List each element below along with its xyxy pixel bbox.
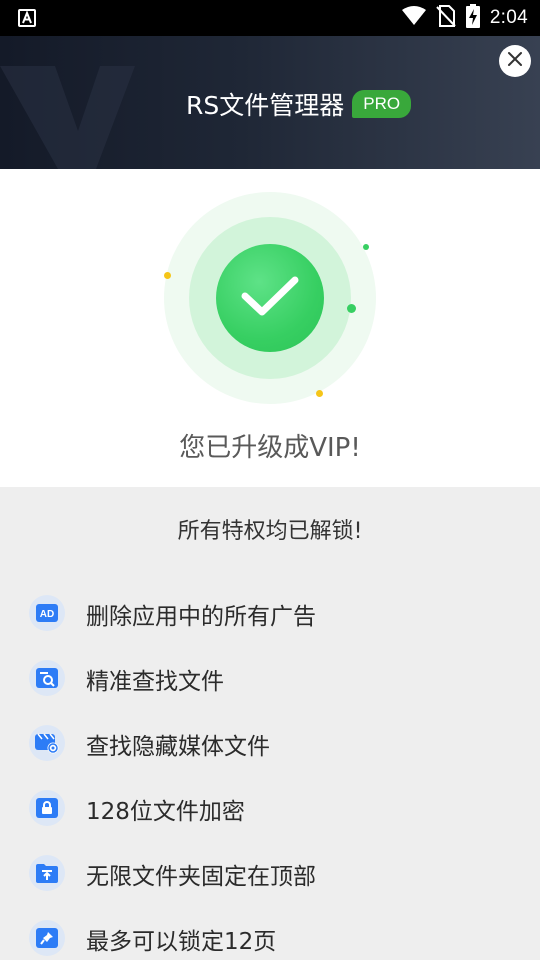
- feature-label: 无限文件夹固定在顶部: [86, 864, 316, 890]
- header-decoration: [0, 66, 135, 169]
- checkmark-icon: [240, 274, 300, 322]
- feature-label: 最多可以锁定12页: [86, 929, 277, 955]
- app-title: RS文件管理器: [186, 91, 345, 120]
- feature-item-hidden-media: 查找隐藏媒体文件: [0, 717, 540, 767]
- notification-a-icon: [18, 9, 36, 27]
- close-button[interactable]: [499, 45, 531, 77]
- status-time: 2:04: [489, 7, 528, 28]
- feature-item-remove-ads: AD 删除应用中的所有广告: [0, 587, 540, 637]
- battery-charging-icon: [465, 4, 480, 32]
- feature-item-page-lock: 最多可以锁定12页: [0, 912, 540, 962]
- feature-label: 查找隐藏媒体文件: [86, 734, 270, 760]
- feature-item-folder-pin: 无限文件夹固定在顶部: [0, 847, 540, 897]
- status-bar: 2:04: [0, 0, 540, 36]
- vip-success-message: 您已升级成VIP!: [179, 433, 361, 463]
- decor-dot: [316, 390, 323, 397]
- no-sim-icon: [436, 5, 456, 31]
- header-banner: RS文件管理器 PRO: [0, 36, 540, 169]
- features-panel: 所有特权均已解锁! AD 删除应用中的所有广告 精准查找文件 查找隐藏媒体文件 …: [0, 487, 540, 960]
- lock-icon: [29, 790, 65, 826]
- success-section: 您已升级成VIP!: [0, 169, 540, 487]
- wifi-icon: [401, 6, 426, 30]
- ad-block-icon: AD: [29, 595, 65, 631]
- success-badge: [216, 244, 324, 352]
- decor-dot: [164, 272, 171, 279]
- close-icon: [507, 51, 523, 71]
- feature-label: 128位文件加密: [86, 799, 245, 825]
- feature-item-encryption: 128位文件加密: [0, 782, 540, 832]
- hidden-media-icon: [29, 725, 65, 761]
- decor-dot: [347, 304, 356, 313]
- svg-text:AD: AD: [40, 609, 54, 620]
- pro-badge: PRO: [352, 90, 412, 118]
- folder-pin-top-icon: [29, 855, 65, 891]
- file-search-icon: [29, 660, 65, 696]
- pin-icon: [29, 920, 65, 956]
- decor-dot: [363, 244, 369, 250]
- feature-item-file-search: 精准查找文件: [0, 652, 540, 702]
- features-title: 所有特权均已解锁!: [177, 519, 363, 544]
- feature-label: 精准查找文件: [86, 669, 224, 695]
- feature-label: 删除应用中的所有广告: [86, 604, 316, 630]
